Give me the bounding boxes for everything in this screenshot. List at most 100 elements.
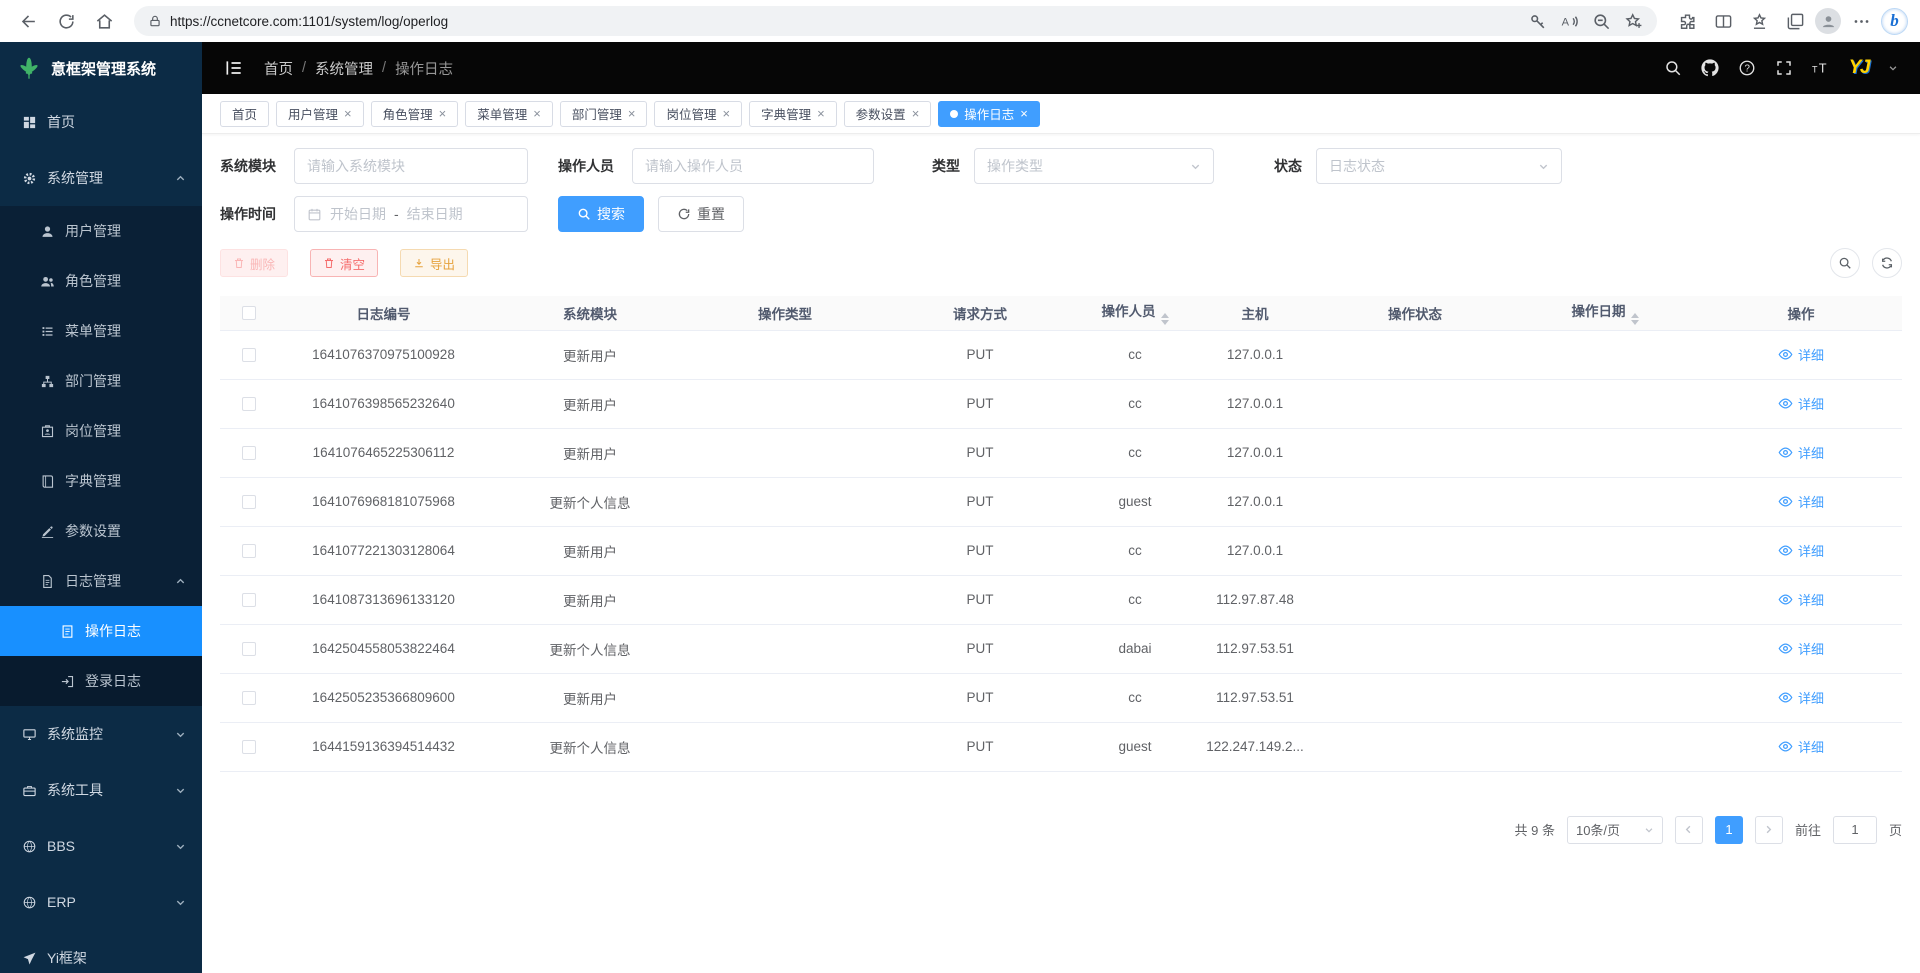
sidebar-item-param-settings[interactable]: 参数设置 [0, 506, 202, 556]
sidebar-item-post-mgmt[interactable]: 岗位管理 [0, 406, 202, 456]
tab-operation-log[interactable]: 操作日志× [938, 101, 1040, 127]
add-favorite-star-icon[interactable] [1619, 7, 1647, 35]
zoom-out-icon[interactable] [1587, 7, 1615, 35]
operator-input[interactable] [645, 158, 861, 174]
sidebar-item-system-tools[interactable]: 系统工具 [0, 762, 202, 818]
detail-link[interactable]: 详细 [1778, 492, 1824, 511]
breadcrumb-home[interactable]: 首页 [264, 58, 293, 79]
help-icon[interactable]: ? [1738, 59, 1756, 77]
browser-back-button[interactable] [12, 5, 44, 37]
sidebar-item-dict-mgmt[interactable]: 字典管理 [0, 456, 202, 506]
page-size-select[interactable]: 10条/页 [1567, 816, 1663, 844]
sidebar-item-bbs[interactable]: BBS [0, 818, 202, 874]
row-checkbox[interactable] [242, 446, 256, 460]
sidebar-item-home[interactable]: 首页 [0, 94, 202, 150]
browser-url-bar[interactable]: https://ccnetcore.com:1101/system/log/op… [134, 6, 1657, 36]
tab-post-mgmt[interactable]: 岗位管理× [654, 101, 742, 127]
table-refresh-button[interactable] [1872, 248, 1902, 278]
close-icon[interactable]: × [439, 107, 447, 120]
collections-icon[interactable] [1779, 5, 1811, 37]
close-icon[interactable]: × [533, 107, 541, 120]
page-number-1[interactable]: 1 [1715, 816, 1743, 844]
sort-caret-icon[interactable] [1631, 313, 1639, 325]
sidebar-fold-icon[interactable] [224, 58, 244, 78]
row-checkbox[interactable] [242, 397, 256, 411]
detail-link[interactable]: 详细 [1778, 443, 1824, 462]
password-key-icon[interactable] [1523, 7, 1551, 35]
sidebar-item-dept-mgmt[interactable]: 部门管理 [0, 356, 202, 406]
detail-link[interactable]: 详细 [1778, 394, 1824, 413]
prev-page-button[interactable] [1675, 816, 1703, 844]
close-icon[interactable]: × [817, 107, 825, 120]
row-checkbox[interactable] [242, 348, 256, 362]
sidebar-item-log-mgmt[interactable]: 日志管理 [0, 556, 202, 606]
detail-link[interactable]: 详细 [1778, 345, 1824, 364]
row-checkbox[interactable] [242, 544, 256, 558]
browser-home-button[interactable] [88, 5, 120, 37]
close-icon[interactable]: × [344, 107, 352, 120]
goto-page-input[interactable] [1833, 816, 1877, 844]
search-button[interactable]: 搜索 [558, 196, 644, 232]
browser-profile-avatar[interactable] [1815, 8, 1841, 34]
sidebar-item-label: 部门管理 [65, 371, 121, 391]
sidebar-item-system-mgmt[interactable]: 系统管理 [0, 150, 202, 206]
detail-link[interactable]: 详细 [1778, 541, 1824, 560]
date-range-picker[interactable]: 开始日期 - 结束日期 [294, 196, 528, 232]
sidebar-item-role-mgmt[interactable]: 角色管理 [0, 256, 202, 306]
row-checkbox[interactable] [242, 642, 256, 656]
detail-link[interactable]: 详细 [1778, 688, 1824, 707]
tab-user-mgmt[interactable]: 用户管理× [276, 101, 364, 127]
sort-caret-icon[interactable] [1161, 313, 1169, 325]
tab-dict-mgmt[interactable]: 字典管理× [749, 101, 837, 127]
favorites-bar-icon[interactable] [1743, 5, 1775, 37]
row-checkbox[interactable] [242, 593, 256, 607]
fullscreen-icon[interactable] [1775, 59, 1793, 77]
clear-button[interactable]: 清空 [310, 249, 378, 277]
sidebar-item-login-log[interactable]: 登录日志 [0, 656, 202, 706]
sidebar-item-erp[interactable]: ERP [0, 874, 202, 930]
tab-param-settings[interactable]: 参数设置× [844, 101, 932, 127]
font-size-icon[interactable]: TT [1812, 59, 1830, 77]
tab-home[interactable]: 首页 [220, 101, 269, 127]
close-icon[interactable]: × [722, 107, 730, 120]
sidebar-item-menu-mgmt[interactable]: 菜单管理 [0, 306, 202, 356]
sidebar-item-operation-log[interactable]: 操作日志 [0, 606, 202, 656]
sidebar-item-system-monitor[interactable]: 系统监控 [0, 706, 202, 762]
row-checkbox[interactable] [242, 495, 256, 509]
tab-role-mgmt[interactable]: 角色管理× [371, 101, 459, 127]
sidebar-item-yi-framework[interactable]: Yi框架 [0, 930, 202, 973]
col-date[interactable]: 操作日期 [1510, 296, 1700, 330]
reset-button[interactable]: 重置 [658, 196, 744, 232]
close-icon[interactable]: × [1020, 107, 1028, 120]
browser-refresh-button[interactable] [50, 5, 82, 37]
read-aloud-icon[interactable]: A [1555, 7, 1583, 35]
detail-link[interactable]: 详细 [1778, 590, 1824, 609]
sidebar-item-user-mgmt[interactable]: 用户管理 [0, 206, 202, 256]
user-avatar-logo[interactable]: YJ [1849, 57, 1869, 79]
select-all-checkbox[interactable] [242, 306, 256, 320]
next-page-button[interactable] [1755, 816, 1783, 844]
split-screen-icon[interactable] [1707, 5, 1739, 37]
row-checkbox[interactable] [242, 691, 256, 705]
col-operator[interactable]: 操作人员 [1080, 296, 1190, 330]
close-icon[interactable]: × [912, 107, 920, 120]
type-select[interactable]: 操作类型 [974, 148, 1214, 184]
delete-button[interactable]: 删除 [220, 249, 288, 277]
detail-link[interactable]: 详细 [1778, 639, 1824, 658]
chevron-down-icon[interactable] [1888, 63, 1898, 73]
github-icon[interactable] [1701, 59, 1719, 77]
export-button[interactable]: 导出 [400, 249, 468, 277]
breadcrumb-system-mgmt[interactable]: 系统管理 [315, 58, 373, 79]
module-input[interactable] [307, 158, 515, 174]
table-search-toggle-button[interactable] [1830, 248, 1860, 278]
search-icon[interactable] [1664, 59, 1682, 77]
tab-dept-mgmt[interactable]: 部门管理× [560, 101, 648, 127]
detail-link[interactable]: 详细 [1778, 737, 1824, 756]
close-icon[interactable]: × [628, 107, 636, 120]
bing-icon[interactable]: b [1881, 8, 1908, 35]
extensions-puzzle-icon[interactable] [1671, 5, 1703, 37]
tab-menu-mgmt[interactable]: 菜单管理× [465, 101, 553, 127]
row-checkbox[interactable] [242, 740, 256, 754]
status-select[interactable]: 日志状态 [1316, 148, 1562, 184]
browser-settings-more-icon[interactable] [1845, 5, 1877, 37]
